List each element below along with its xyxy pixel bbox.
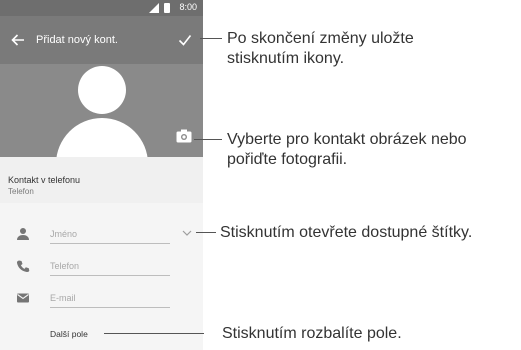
- status-bar: 8:00: [0, 0, 203, 16]
- phone-icon: [16, 260, 30, 273]
- contact-photo-area[interactable]: [0, 64, 203, 164]
- app-bar: Přidat nový kont.: [0, 16, 203, 64]
- email-field[interactable]: [50, 289, 170, 308]
- email-icon: [17, 293, 29, 303]
- checkmark-icon[interactable]: [177, 32, 193, 48]
- arrow-back-icon[interactable]: [10, 32, 26, 48]
- account-selector[interactable]: Kontakt v telefonu Telefon: [0, 157, 203, 204]
- camera-icon[interactable]: [176, 129, 192, 143]
- status-time: 8:00: [179, 2, 197, 12]
- name-field[interactable]: [50, 225, 170, 244]
- more-fields-button[interactable]: Další pole: [50, 329, 88, 339]
- phone-field-row: [0, 251, 203, 281]
- name-field-row: [0, 219, 203, 249]
- phone-screenshot: 8:00 Přidat nový kont. Kontakt v telefon…: [0, 0, 203, 350]
- contact-form: Další pole: [0, 203, 203, 350]
- email-field-row: [0, 283, 203, 313]
- callout-line-done: [200, 38, 222, 39]
- callout-line-photo: [194, 139, 222, 140]
- page-title: Přidat nový kont.: [36, 34, 118, 46]
- callout-photo-text: Vyberte pro kontakt obrázek nebo pořiďte…: [227, 131, 467, 168]
- signal-icon: [149, 3, 159, 13]
- person-placeholder-icon: [78, 66, 126, 114]
- chevron-down-icon[interactable]: [182, 229, 192, 237]
- battery-icon: [164, 3, 170, 13]
- account-title: Kontakt v telefonu: [8, 175, 81, 185]
- person-icon: [17, 228, 29, 240]
- callout-more-text: Stisknutím rozbalíte pole.: [222, 325, 402, 342]
- callout-line-labels: [196, 232, 216, 233]
- phone-field[interactable]: [50, 257, 170, 276]
- callout-done-text: Po skončení změny uložte stisknutím ikon…: [227, 30, 414, 67]
- account-subtitle: Telefon: [8, 187, 34, 196]
- callout-line-more: [104, 333, 204, 334]
- callout-labels-text: Stisknutím otevřete dostupné štítky.: [220, 224, 473, 241]
